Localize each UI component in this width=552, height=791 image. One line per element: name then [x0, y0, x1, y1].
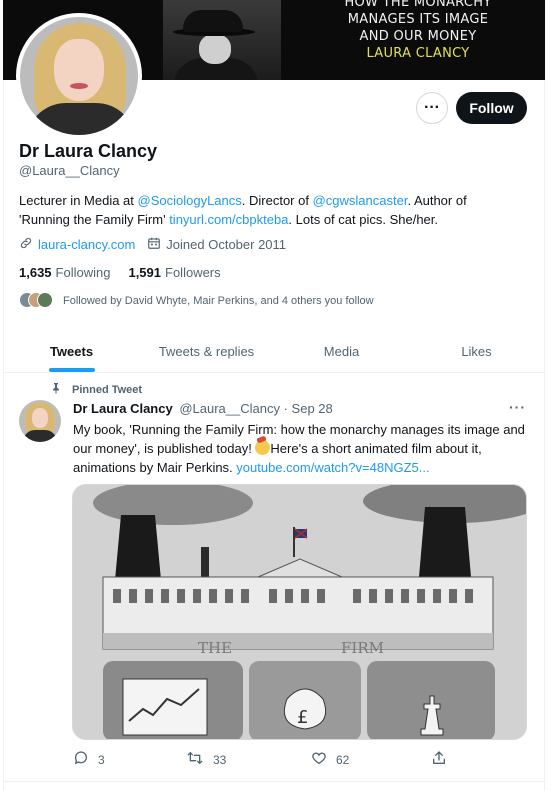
- followers-count: 1,591: [128, 265, 162, 280]
- tweet-text: My book, 'Running the Family Firm: how t…: [73, 420, 528, 477]
- bio-text: . Lots of cat pics. She/her.: [288, 212, 439, 227]
- avatar: [37, 292, 53, 308]
- more-icon: ···: [424, 99, 440, 116]
- follow-counts: 1,635 Following 1,591 Followers: [19, 265, 239, 280]
- follow-button[interactable]: Follow: [456, 92, 527, 124]
- banner-author: LAURA CLANCY: [366, 46, 470, 61]
- profile-tabs: Tweets Tweets & replies Media Likes: [4, 331, 544, 373]
- tab-tweets[interactable]: Tweets: [4, 331, 139, 372]
- banner-line: HOW THE MONARCHY: [344, 0, 492, 10]
- link-icon: [19, 236, 33, 253]
- svg-text:£: £: [297, 707, 308, 728]
- tab-tweets-and-replies[interactable]: Tweets & replies: [139, 331, 274, 372]
- retweet-icon: [186, 750, 204, 769]
- share-icon: [431, 750, 447, 769]
- profile-joined-date: Joined October 2011: [166, 237, 287, 252]
- bio-book-link[interactable]: tinyurl.com/cbpkteba: [169, 212, 288, 227]
- more-icon: ···: [509, 399, 526, 415]
- tweet-actions: 3 33 62: [73, 750, 463, 769]
- like-count: 62: [336, 752, 350, 767]
- bio-text: . Director of: [241, 193, 313, 208]
- followers-label: Followers: [165, 265, 221, 280]
- pin-icon: [50, 382, 62, 397]
- bio-mention-sociologylancs[interactable]: @SociologyLancs: [138, 193, 242, 208]
- tweet-more-button[interactable]: ···: [509, 399, 526, 415]
- party-face-emoji-icon: [255, 440, 271, 455]
- following-count: 1,635: [19, 265, 52, 280]
- retweet-button[interactable]: 33: [186, 750, 311, 769]
- followed-by-avatars: [19, 292, 57, 310]
- reply-icon: [73, 750, 89, 769]
- media-sign-right: FIRM: [341, 639, 384, 657]
- profile-website-link[interactable]: laura-clancy.com: [38, 237, 135, 252]
- retweet-count: 33: [213, 752, 227, 767]
- palace-illustration: THE FIRM £: [73, 485, 526, 739]
- tweet-date[interactable]: Sep 28: [292, 401, 333, 416]
- profile-handle: @Laura__Clancy: [19, 163, 120, 178]
- followed-by-text: Followed by David Whyte, Mair Perkins, a…: [63, 295, 374, 307]
- banner-line: AND OUR MONEY: [359, 29, 477, 44]
- profile-bio: Lecturer in Media at @SociologyLancs. Di…: [19, 191, 519, 229]
- banner-text: HOW THE MONARCHY MANAGES ITS IMAGE AND O…: [303, 0, 533, 62]
- tweet-header: Dr Laura Clancy @Laura__Clancy · Sep 28: [73, 401, 333, 416]
- calendar-icon: [147, 236, 161, 253]
- pinned-tweet-label: Pinned Tweet: [50, 382, 142, 397]
- followers-count-link[interactable]: 1,591 Followers: [128, 265, 220, 280]
- pinned-text: Pinned Tweet: [72, 383, 143, 396]
- banner-photo: [163, 0, 281, 80]
- banner-line: MANAGES ITS IMAGE: [347, 12, 489, 27]
- following-label: Following: [55, 265, 111, 280]
- followed-by-row[interactable]: Followed by David Whyte, Mair Perkins, a…: [19, 292, 374, 310]
- profile-name: Dr Laura Clancy: [19, 141, 158, 161]
- following-count-link[interactable]: 1,635 Following: [19, 265, 110, 280]
- profile-meta: laura-clancy.com Joined October 2011: [19, 236, 298, 253]
- tab-likes[interactable]: Likes: [409, 331, 544, 372]
- profile-avatar[interactable]: [16, 13, 142, 139]
- media-sign-left: THE: [198, 639, 232, 657]
- like-icon: [311, 750, 327, 769]
- reply-button[interactable]: 3: [73, 750, 186, 769]
- separator: ·: [279, 401, 292, 416]
- divider: [4, 781, 544, 782]
- tweet-author-name[interactable]: Dr Laura Clancy: [73, 401, 173, 416]
- tab-media[interactable]: Media: [274, 331, 409, 372]
- tweet-media-image[interactable]: THE FIRM £: [72, 484, 527, 740]
- bio-mention-cgwslancaster[interactable]: @cgwslancaster: [313, 193, 408, 208]
- tweet-author-avatar[interactable]: [19, 400, 61, 442]
- share-button[interactable]: [431, 750, 447, 769]
- like-button[interactable]: 62: [311, 750, 431, 769]
- bio-text: Lecturer in Media at: [19, 193, 138, 208]
- reply-count: 3: [98, 752, 105, 767]
- more-options-button[interactable]: ···: [416, 92, 448, 124]
- tweet-youtube-link[interactable]: youtube.com/watch?v=48NGZ5...: [236, 460, 429, 475]
- tweet-author-handle[interactable]: @Laura__Clancy: [179, 401, 280, 416]
